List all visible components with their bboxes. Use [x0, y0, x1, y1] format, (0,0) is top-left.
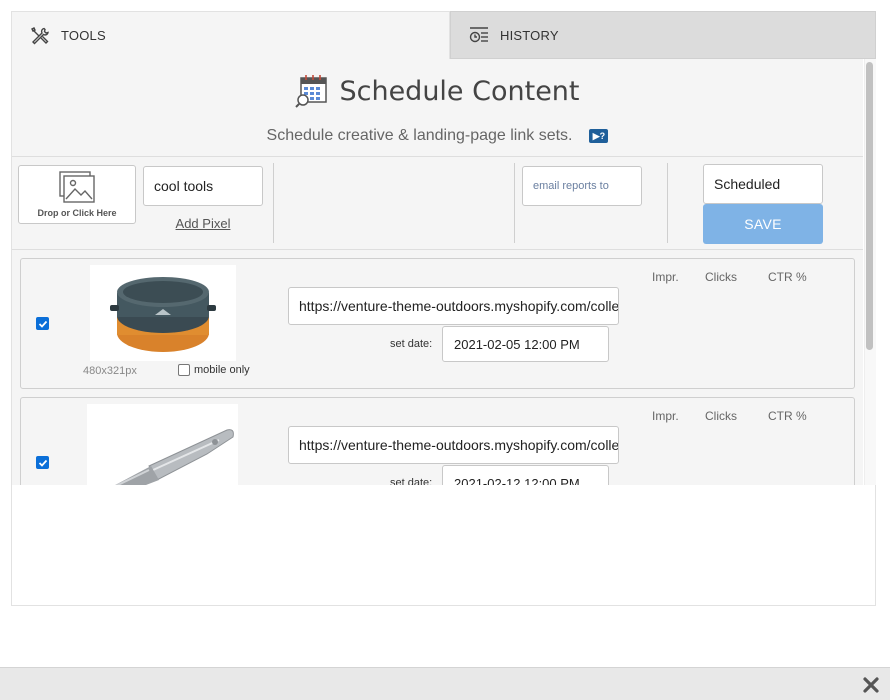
- mobile-only-checkbox[interactable]: [178, 364, 190, 376]
- item-thumbnail[interactable]: [90, 265, 236, 361]
- item-thumbnail[interactable]: [87, 404, 238, 485]
- calendar-icon: [295, 74, 329, 108]
- content-item: https://venture-theme-outdoors.myshopify…: [20, 397, 855, 485]
- status-select[interactable]: Scheduled: [703, 164, 823, 204]
- bottom-bar: [0, 667, 890, 700]
- subtitle-row: Schedule creative & landing-page link se…: [12, 127, 863, 145]
- landing-url-input[interactable]: https://venture-theme-outdoors.myshopify…: [288, 426, 619, 464]
- impressions-label: Impr.: [652, 270, 679, 284]
- settings-toolbar: Drop or Click Here Add Pixel Scheduled S…: [12, 156, 863, 250]
- divider: [667, 163, 668, 243]
- save-button[interactable]: SAVE: [703, 204, 823, 244]
- email-reports-input[interactable]: [522, 166, 642, 206]
- ctr-label: CTR %: [768, 270, 807, 284]
- image-dimensions: 480x321px: [83, 365, 137, 377]
- title-row: Schedule Content: [12, 73, 863, 109]
- set-date-label: set date:: [390, 477, 433, 485]
- scroll-region[interactable]: Schedule Content Schedule creative & lan…: [12, 59, 863, 485]
- impressions-label: Impr.: [652, 409, 679, 423]
- mobile-only-label: mobile only: [194, 364, 250, 376]
- ctr-label: CTR %: [768, 409, 807, 423]
- set-date-input[interactable]: 2021-02-05 12:00 PM: [442, 326, 609, 362]
- history-icon: [469, 25, 489, 45]
- clicks-label: Clicks: [705, 409, 737, 423]
- content-item: 480x321px mobile only https://venture-th…: [20, 258, 855, 389]
- image-dropzone[interactable]: Drop or Click Here: [18, 165, 136, 224]
- tab-bar: TOOLS HISTORY: [11, 11, 876, 59]
- set-date-label: set date:: [390, 338, 433, 350]
- tab-history-label: HISTORY: [500, 27, 559, 43]
- item-checkbox[interactable]: [36, 456, 49, 469]
- item-checkbox[interactable]: [36, 317, 49, 330]
- set-date-input[interactable]: 2021-02-12 12:00 PM: [442, 465, 609, 485]
- dropzone-label: Drop or Click Here: [37, 208, 117, 218]
- scrollbar-thumb[interactable]: [866, 62, 873, 350]
- mobile-only-toggle[interactable]: mobile only: [178, 364, 250, 376]
- tools-icon: [30, 26, 50, 46]
- add-pixel-link[interactable]: Add Pixel: [143, 216, 263, 231]
- clicks-label: Clicks: [705, 270, 737, 284]
- video-help-icon[interactable]: ▶?: [589, 129, 609, 143]
- set-name-input[interactable]: [143, 166, 263, 206]
- tab-history[interactable]: HISTORY: [450, 11, 876, 59]
- close-icon[interactable]: [862, 676, 880, 694]
- divider: [514, 163, 515, 243]
- divider: [273, 163, 274, 243]
- tools-panel: Schedule Content Schedule creative & lan…: [11, 59, 876, 606]
- tab-tools-label: TOOLS: [61, 28, 106, 43]
- page-subtitle: Schedule creative & landing-page link se…: [266, 127, 573, 144]
- landing-url-input[interactable]: https://venture-theme-outdoors.myshopify…: [288, 287, 619, 325]
- page-title: Schedule Content: [339, 75, 580, 107]
- tab-tools[interactable]: TOOLS: [11, 11, 450, 59]
- image-icon: [57, 170, 97, 204]
